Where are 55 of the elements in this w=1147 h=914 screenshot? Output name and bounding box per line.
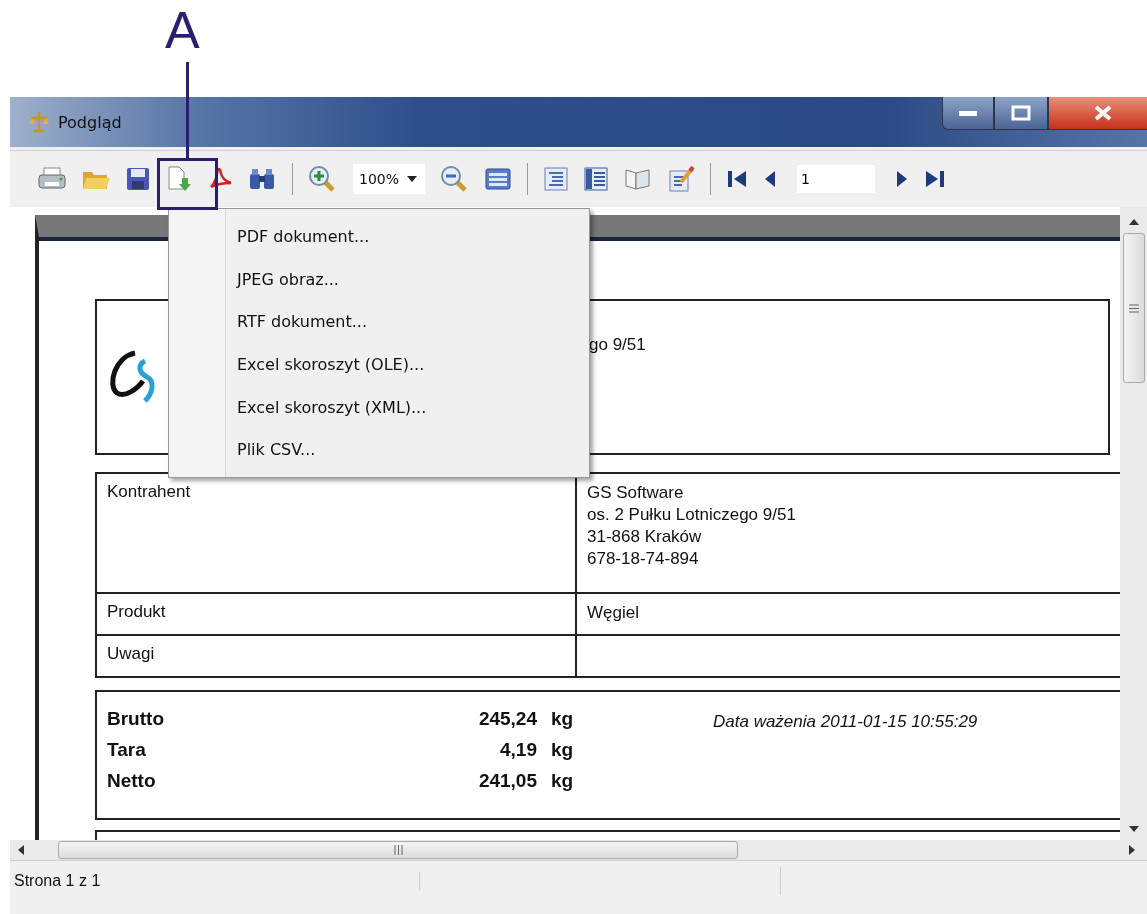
scroll-right-icon [1129,845,1135,855]
weight-label: Netto [107,769,157,793]
maximize-button[interactable] [994,97,1048,130]
minimize-button[interactable] [942,97,994,130]
horizontal-scrollbar[interactable] [10,840,1147,860]
menu-item[interactable]: JPEG obraz... [169,257,589,301]
scroll-down-icon [1128,826,1139,832]
menu-item[interactable]: Excel skoroszyt (XML)... [169,385,589,429]
maximize-icon [1011,105,1031,121]
weight-value: 241,05 [477,769,537,793]
edit-button[interactable] [667,163,696,195]
last-page-icon [924,168,947,190]
binoculars-icon [247,166,277,192]
weight-value: 4,19 [499,738,537,762]
weight-value: 245,24 [477,707,537,731]
scroll-thumb[interactable] [1122,233,1145,383]
weight-label: Tara [107,738,147,762]
annotation-frame [157,158,218,210]
table-cell-text: Węgiel [586,602,640,624]
table-cell: Uwagi [97,636,577,676]
minimize-icon [958,109,978,117]
printer-icon [37,166,67,192]
window-icon [484,167,513,191]
table-cell: Produkt [97,594,577,634]
window-title: Podgląd [58,112,122,132]
grip-icon [1128,303,1139,313]
weighing-date: Data ważenia 2011-01-15 10:55:29 [713,712,978,732]
close-button[interactable] [1048,97,1147,130]
menu-item[interactable]: RTF dokument... [169,300,589,343]
list-page-icon [543,166,570,192]
first-page-icon [726,168,749,190]
menu-item[interactable]: Excel skoroszyt (OLE)... [169,343,589,386]
address-text: go 9/51 [589,335,646,355]
scroll-up-icon [1128,219,1139,225]
scale-icon [28,110,50,134]
annotation-label: A [165,2,200,58]
page-status: Strona 1 z 1 [10,872,420,890]
detail-list-icon [583,166,610,192]
weight-unit: kg [550,707,575,731]
page-number-field[interactable]: 1 [797,165,876,193]
table-cell-text: GS Software os. 2 Pułku Lotniczego 9/51 31-868 Kraków 678-18-74-894 [586,482,797,570]
weight-unit: kg [550,738,575,762]
page-pencil-icon [667,165,696,193]
weight-unit: kg [550,769,575,793]
caret-icon [407,176,418,182]
menu-item[interactable]: Plik CSV... [169,428,589,472]
vertical-scrollbar[interactable] [1120,207,1147,840]
menu-item[interactable]: PDF dokument... [169,215,589,258]
scroll-thumb[interactable] [58,841,738,859]
zoom-dropdown[interactable]: 100% [353,164,426,194]
export-document-icon [165,165,193,193]
scroll-left-icon [18,845,24,855]
weight-label: Brutto [107,707,165,731]
grip-icon [393,845,403,855]
close-icon [1094,105,1112,121]
